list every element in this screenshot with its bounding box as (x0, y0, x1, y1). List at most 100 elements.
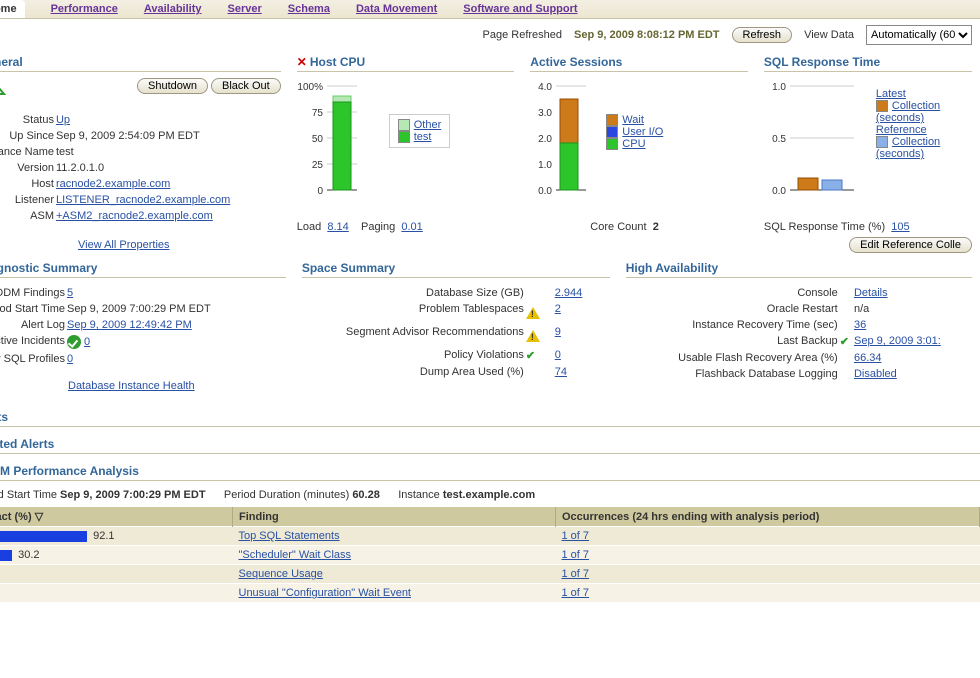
diag-r4-value[interactable]: 0 (84, 336, 90, 348)
warning-icon (526, 323, 540, 342)
diag-r3-value[interactable]: Sep 9, 2009 12:49:42 PM (67, 319, 192, 331)
toolbar: Page Refreshed Sep 9, 2009 8:08:12 PM ED… (0, 19, 980, 55)
blackout-button[interactable]: Black Out (211, 78, 281, 94)
sqlresp-pct-value[interactable]: 105 (891, 221, 909, 233)
finding-link[interactable]: Top SQL Statements (239, 530, 340, 542)
diag-r2-label: Period Start Time (0, 302, 65, 316)
diag-r5-value[interactable]: 0 (67, 353, 73, 365)
finding-link[interactable]: Sequence Usage (239, 568, 323, 580)
tab-software-support[interactable]: Software and Support (463, 0, 577, 18)
ha-r2-value: n/a (854, 302, 970, 316)
svg-text:0.0: 0.0 (538, 186, 552, 197)
shutdown-button[interactable]: Shutdown (137, 78, 208, 94)
view-all-properties-link[interactable]: View All Properties (78, 239, 170, 251)
diag-r3-label: Alert Log (0, 318, 65, 332)
space-r3-value[interactable]: 9 (555, 326, 561, 338)
ha-r5-label: Usable Flash Recovery Area (%) (628, 351, 838, 365)
diag-r4-label: Active Incidents (0, 334, 65, 350)
svg-text:25: 25 (312, 160, 324, 171)
refresh-button[interactable]: Refresh (732, 27, 793, 43)
diag-r5-label: Key SQL Profiles (0, 352, 65, 366)
sqlresp-legend-latest1[interactable]: Latest (876, 88, 906, 100)
ha-r6-value[interactable]: Disabled (854, 368, 897, 380)
addm-duration-label: Period Duration (minutes) (224, 489, 349, 501)
table-row: 30.2"Scheduler" Wait Class1 of 7 (0, 546, 980, 565)
tab-server[interactable]: Server (228, 0, 262, 18)
sqlresp-pct-label: SQL Response Time (%) (764, 221, 885, 233)
space-r2-value[interactable]: 2 (555, 303, 561, 315)
addm-col-occ[interactable]: Occurrences (24 hrs ending with analysis… (556, 507, 980, 527)
db-instance-health-link[interactable]: Database Instance Health (68, 380, 195, 392)
host-value[interactable]: racnode2.example.com (56, 178, 170, 190)
sqlresp-legend-ref3[interactable]: (seconds) (876, 148, 924, 160)
space-title: Space Summary (302, 261, 610, 275)
tab-data-movement[interactable]: Data Movement (356, 0, 437, 18)
table-row: 6Sequence Usage1 of 7 (0, 565, 980, 584)
view-data-label: View Data (804, 29, 854, 41)
status-value[interactable]: Up (56, 114, 70, 126)
svg-text:0.5: 0.5 (772, 134, 786, 145)
addm-title: ADDM Performance Analysis (0, 464, 980, 478)
table-row: 92.1 Top SQL Statements 1 of 7 (0, 527, 980, 546)
addm-instance-value: test.example.com (443, 489, 535, 501)
instance-value: test (56, 145, 230, 159)
instance-label: Instance Name (0, 145, 54, 159)
general-title: General (0, 55, 281, 69)
sqlresp-legend-ref1[interactable]: Reference (876, 124, 927, 136)
tab-home[interactable]: Home (0, 0, 25, 18)
diag-r1-value[interactable]: 5 (67, 287, 73, 299)
tab-schema[interactable]: Schema (288, 0, 330, 18)
impact-value: 92.1 (93, 530, 114, 542)
tab-bar: Home Performance Availability Server Sch… (0, 0, 980, 19)
check-icon: ✔ (526, 350, 535, 362)
addm-col-impact[interactable]: Impact (%) (0, 511, 32, 523)
occurrences-link[interactable]: 1 of 7 (562, 587, 590, 599)
occurrences-link[interactable]: 1 of 7 (562, 549, 590, 561)
finding-link[interactable]: Unusual "Configuration" Wait Event (239, 587, 412, 599)
svg-text:4.0: 4.0 (538, 82, 552, 93)
sqlresp-legend-latest2[interactable]: Collection (892, 100, 940, 112)
corecount-label: Core Count (590, 221, 646, 233)
ha-r4-value[interactable]: Sep 9, 2009 3:01: (854, 335, 941, 347)
sessions-legend-cpu[interactable]: CPU (622, 138, 645, 150)
tab-performance[interactable]: Performance (51, 0, 118, 18)
sqlresp-legend-latest3[interactable]: (seconds) (876, 112, 924, 124)
addm-period-start-value: Sep 9, 2009 7:00:29 PM EDT (60, 489, 206, 501)
space-r5-value[interactable]: 74 (555, 366, 567, 378)
occurrences-link[interactable]: 1 of 7 (562, 530, 590, 542)
warning-icon (526, 300, 540, 319)
sqlresp-legend-ref2[interactable]: Collection (892, 136, 940, 148)
svg-text:2.0: 2.0 (538, 134, 552, 145)
hostcpu-legend-test[interactable]: test (414, 131, 432, 143)
paging-value[interactable]: 0.01 (401, 221, 422, 233)
sessions-legend-userio[interactable]: User I/O (622, 126, 663, 138)
ha-r5-value[interactable]: 66.34 (854, 352, 882, 364)
table-row: 2.9Unusual "Configuration" Wait Event1 o… (0, 584, 980, 603)
space-r2-label: Problem Tablespaces (304, 302, 524, 323)
ha-r1-value[interactable]: Details (854, 287, 888, 299)
diag-title: Diagnostic Summary (0, 261, 286, 275)
diag-r2-value: Sep 9, 2009 7:00:29 PM EDT (67, 302, 211, 316)
asm-value[interactable]: +ASM2_racnode2.example.com (56, 210, 213, 222)
version-label: Version (0, 161, 54, 175)
hostcpu-legend-other[interactable]: Other (414, 119, 442, 131)
version-value: 11.2.0.1.0 (56, 161, 230, 175)
close-icon[interactable]: ✕ (297, 55, 307, 69)
addm-col-finding[interactable]: Finding (233, 507, 556, 527)
listener-value[interactable]: LISTENER_racnode2.example.com (56, 194, 230, 206)
finding-link[interactable]: "Scheduler" Wait Class (239, 549, 352, 561)
ha-r3-value[interactable]: 36 (854, 319, 866, 331)
status-label: Status (0, 113, 54, 127)
sessions-legend-wait[interactable]: Wait (622, 114, 644, 126)
tab-availability[interactable]: Availability (144, 0, 202, 18)
edit-reference-button[interactable]: Edit Reference Colle (849, 237, 972, 253)
sqlresp-title: SQL Response Time (764, 55, 972, 69)
load-value[interactable]: 8.14 (327, 221, 348, 233)
related-alerts-title: Related Alerts (0, 437, 980, 451)
view-data-select[interactable]: Automatically (60 s (866, 25, 972, 45)
space-r1-value[interactable]: 2.944 (555, 287, 583, 299)
occurrences-link[interactable]: 1 of 7 (562, 568, 590, 580)
sort-desc-icon[interactable]: ▽ (35, 511, 43, 523)
space-r4-value[interactable]: 0 (555, 349, 561, 361)
svg-text:1.0: 1.0 (772, 82, 786, 93)
